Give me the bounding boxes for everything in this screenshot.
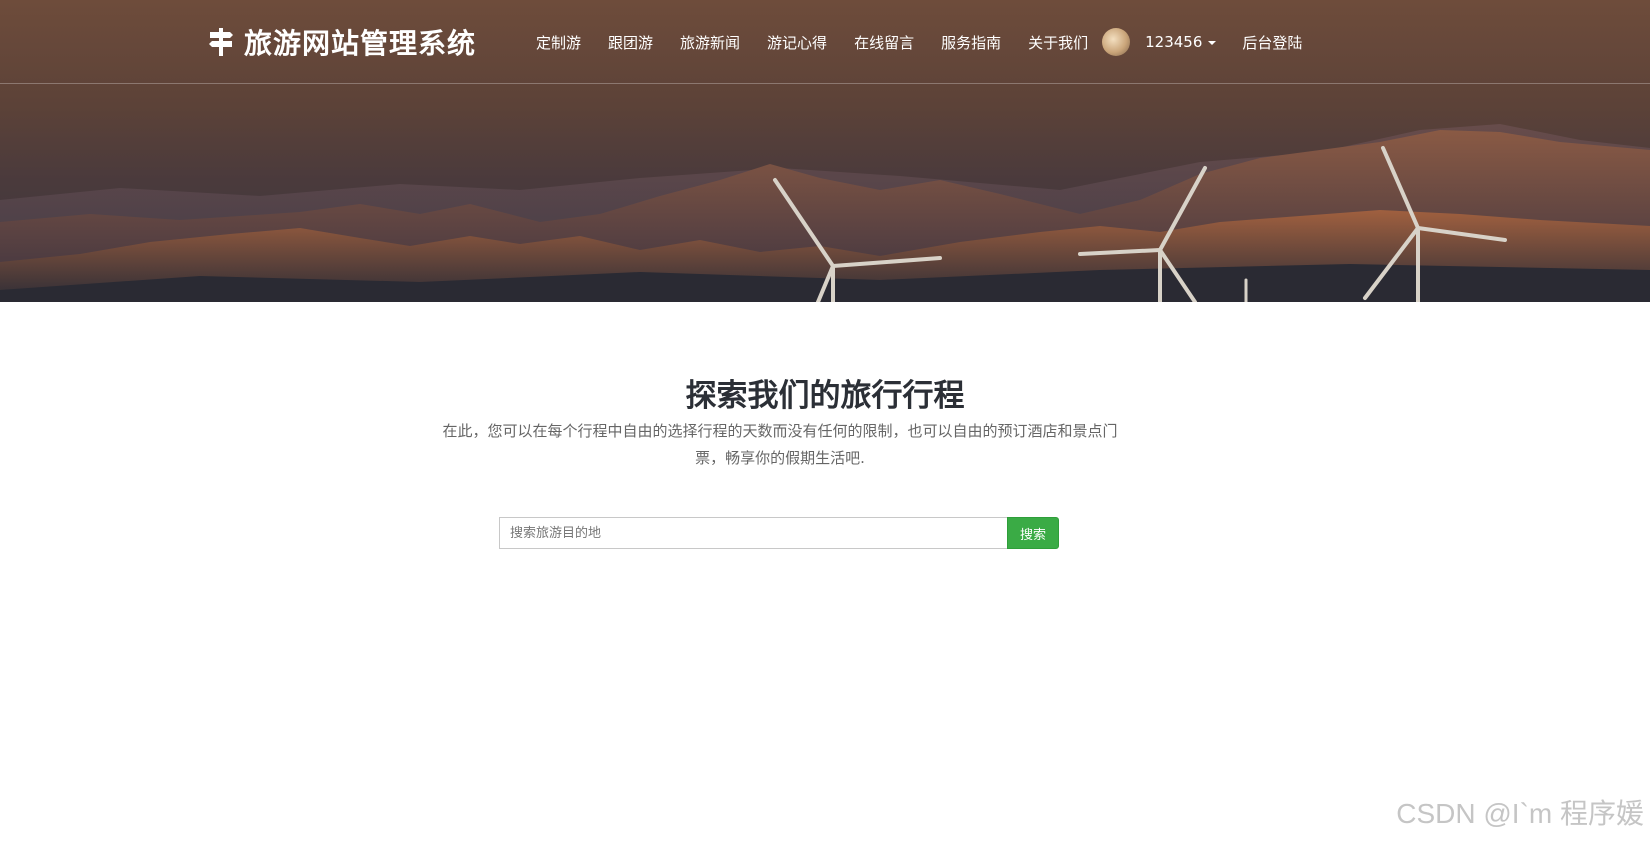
navbar: 旅游网站管理系统 定制游 跟团游 旅游新闻 游记心得 在线留言 服务指南 关于我… [0, 0, 1650, 84]
nav-travel-notes[interactable]: 游记心得 [767, 32, 827, 53]
nav-admin-login[interactable]: 后台登陆 [1242, 32, 1302, 53]
brand-logo[interactable]: 旅游网站管理系统 [208, 22, 476, 62]
nav-custom-tour[interactable]: 定制游 [536, 32, 581, 53]
user-name: 123456 [1145, 33, 1203, 51]
brand-title: 旅游网站管理系统 [244, 27, 477, 60]
search-button[interactable]: 搜索 [1007, 517, 1059, 549]
signpost-icon [209, 28, 233, 56]
nav-service-guide[interactable]: 服务指南 [941, 32, 1001, 53]
nav-online-message[interactable]: 在线留言 [854, 32, 914, 53]
watermark: CSDN @I`m 程序媛 [1396, 798, 1644, 829]
user-menu[interactable]: 123456 [1102, 28, 1217, 56]
nav-group-tour[interactable]: 跟团游 [608, 32, 653, 53]
avatar [1102, 28, 1131, 56]
search-bar: 搜索 [499, 517, 1059, 549]
nav-travel-news[interactable]: 旅游新闻 [680, 32, 740, 53]
nav-about-us[interactable]: 关于我们 [1028, 32, 1088, 53]
caret-down-icon [1208, 41, 1217, 45]
hero-banner: 旅游网站管理系统 定制游 跟团游 旅游新闻 游记心得 在线留言 服务指南 关于我… [0, 0, 1650, 302]
search-input[interactable] [499, 517, 1007, 549]
main-content: 探索我们的旅行行程 在此，您可以在每个行程中自由的选择行程的天数而没有任何的限制… [0, 302, 1650, 846]
page-description: 在此，您可以在每个行程中自由的选择行程的天数而没有任何的限制，也可以自由的预订酒… [442, 422, 1118, 467]
page-title: 探索我们的旅行行程 [685, 378, 965, 414]
main-nav: 定制游 跟团游 旅游新闻 游记心得 在线留言 服务指南 关于我们 123456 … [536, 0, 1329, 84]
